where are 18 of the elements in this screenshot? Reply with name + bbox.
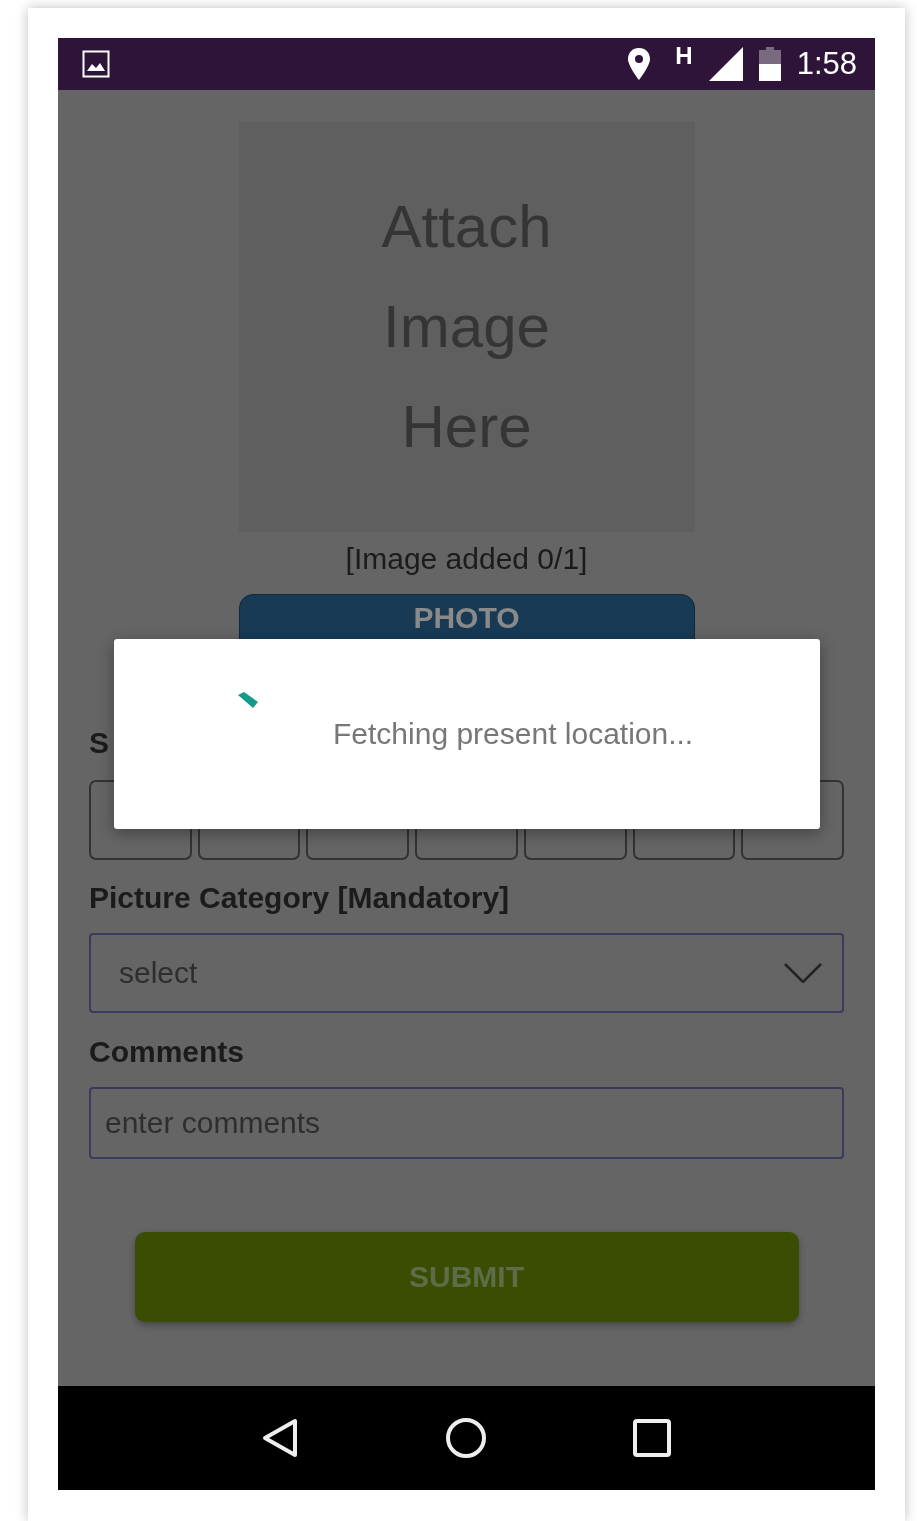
- submit-button[interactable]: SUBMIT: [134, 1232, 799, 1322]
- network-type: H: [675, 42, 693, 70]
- comments-field[interactable]: enter comments: [89, 1087, 844, 1159]
- category-dropdown[interactable]: select: [89, 933, 844, 1013]
- spinner-icon: [236, 692, 260, 710]
- chevron-down-icon: [784, 963, 822, 983]
- field-label: Comments: [89, 1035, 245, 1069]
- signal-icon: [708, 47, 743, 81]
- clock-time: 1:58: [796, 46, 857, 82]
- field-label: Picture Category [Mandatory]: [89, 881, 510, 915]
- location-pin-icon: [627, 48, 652, 80]
- field-label: S: [89, 726, 109, 760]
- battery-icon: [758, 47, 781, 81]
- home-button[interactable]: [446, 1418, 487, 1458]
- dialog-message: Fetching present location...: [333, 717, 694, 751]
- image-icon: [82, 50, 110, 78]
- image-count: [Image added 0/1]: [345, 542, 588, 576]
- recents-button[interactable]: [632, 1418, 673, 1458]
